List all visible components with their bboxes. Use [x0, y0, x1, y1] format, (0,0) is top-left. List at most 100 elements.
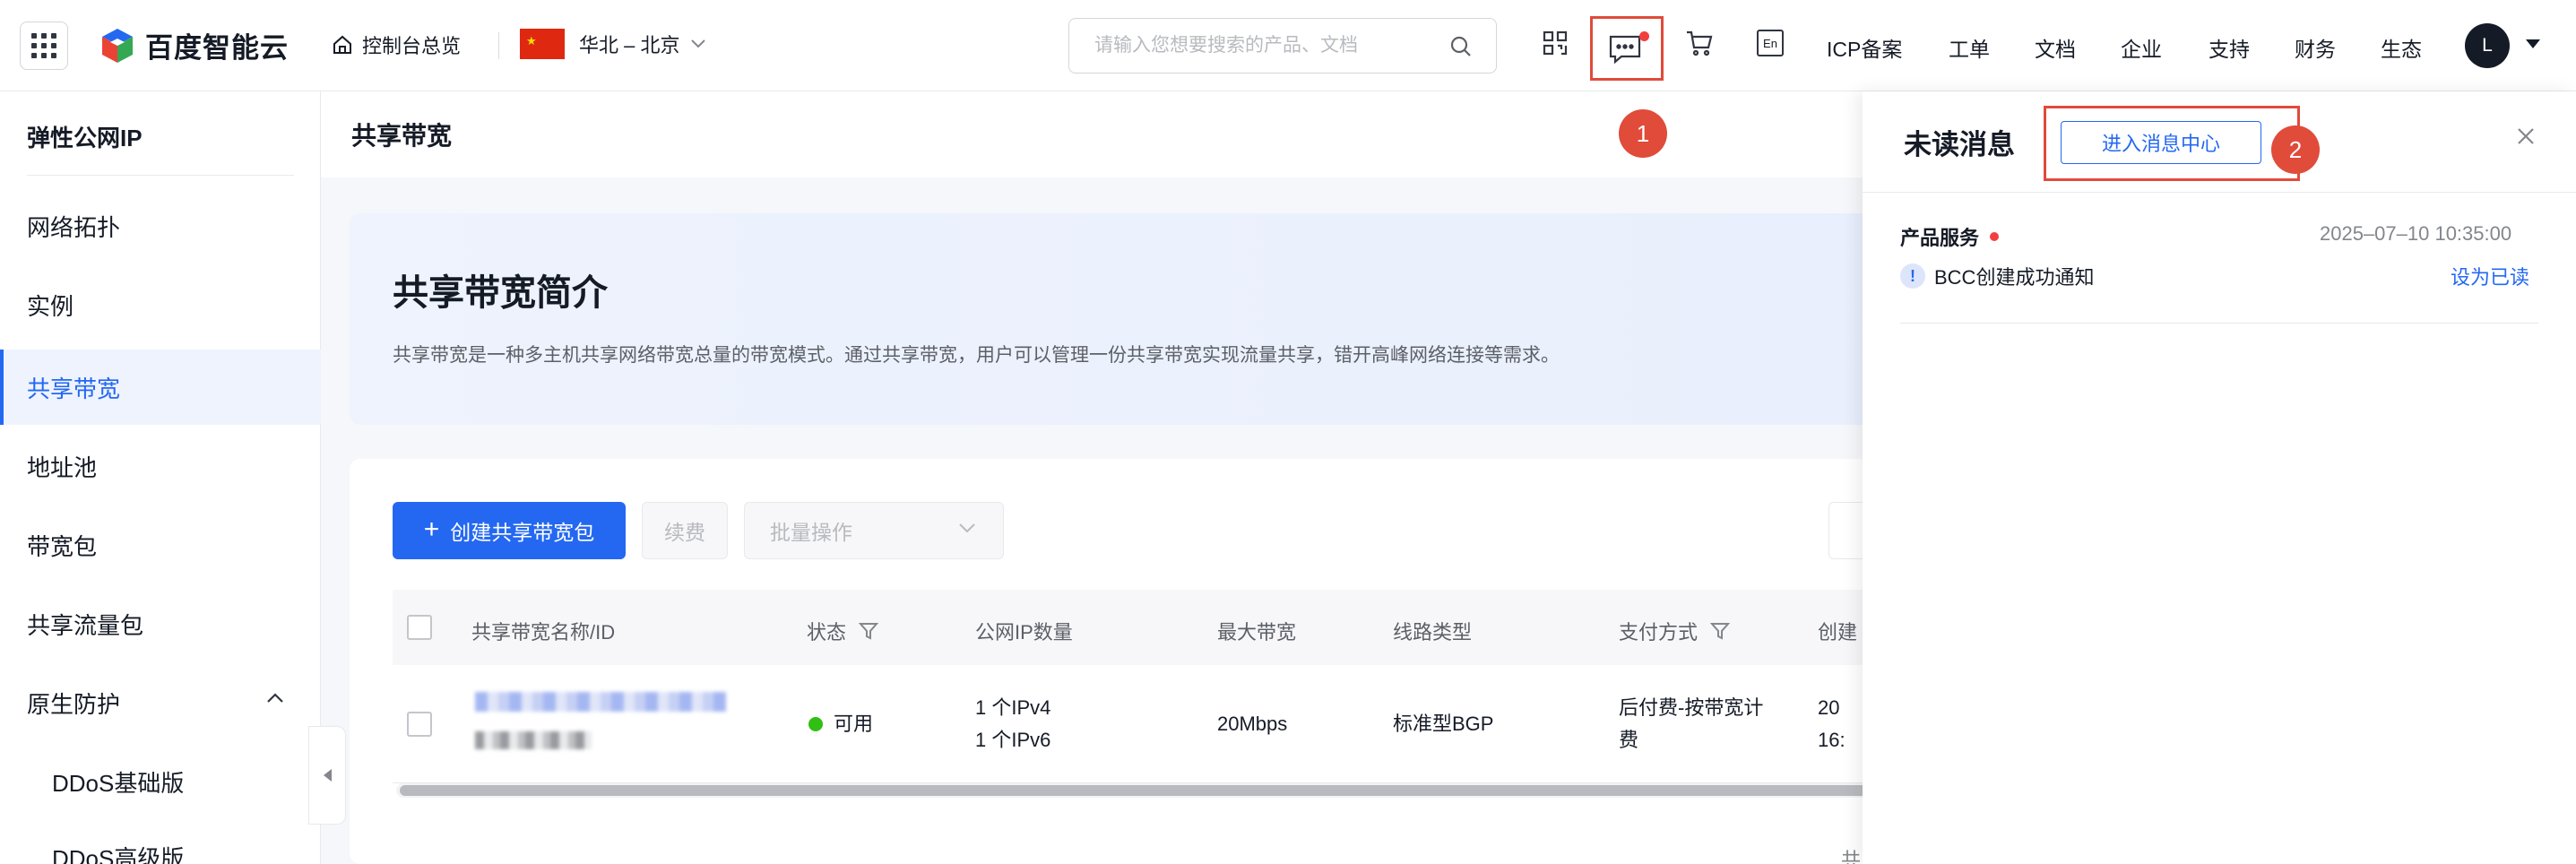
close-icon[interactable]	[2515, 125, 2537, 147]
sidebar-item-instances[interactable]: 实例	[0, 267, 321, 342]
chevron-up-icon	[267, 693, 283, 703]
sidebar-item-topology[interactable]: 网络拓扑	[0, 188, 321, 264]
renew-button[interactable]: 续费	[642, 502, 728, 559]
language-icon[interactable]: En	[1757, 30, 1784, 56]
column-header-label: 最大带宽	[1217, 621, 1297, 644]
sidebar-collapse-handle[interactable]	[308, 726, 346, 825]
message-category-label: 产品服务	[1900, 227, 1980, 249]
toolbar-right-control[interactable]	[1828, 502, 1864, 559]
message-title: BCC创建成功通知	[1934, 266, 2095, 289]
intro-title: 共享带宽简介	[393, 273, 608, 313]
status-dot	[808, 717, 823, 731]
horizontal-scrollbar[interactable]	[396, 783, 1920, 798]
annotation-badge-2: 2	[2271, 125, 2320, 174]
annotation-badge-1: 1	[1619, 109, 1667, 158]
sidebar-item-label: 网络拓扑	[27, 213, 121, 241]
cube-logo-icon	[102, 28, 133, 63]
message-item[interactable]: ! BCC创建成功通知	[1900, 262, 2094, 290]
search-input[interactable]	[1069, 19, 1428, 73]
sidebar-item-ddos-advanced[interactable]: DDoS高级版	[0, 819, 321, 864]
drawer-divider	[1863, 192, 2576, 193]
sidebar-item-shared-traffic[interactable]: 共享流量包	[0, 586, 321, 661]
created-value-line2: 16:	[1818, 729, 1846, 751]
brand-logo[interactable]: 百度智能云	[100, 25, 289, 65]
bandwidth-id	[475, 731, 592, 749]
filter-icon[interactable]	[1710, 621, 1731, 641]
column-header-created: 创建	[1818, 617, 1857, 645]
sidebar-title: 弹性公网IP	[27, 125, 143, 151]
nav-support[interactable]: 支持	[2209, 32, 2250, 63]
nav-ticket[interactable]: 工单	[1949, 32, 1990, 63]
column-header-label: 状态	[807, 621, 847, 644]
language-icon-text: En	[1763, 36, 1777, 50]
unread-messages-drawer: 未读消息 进入消息中心 产品服务 2025–07–10 10:35:00 ! B…	[1863, 91, 2576, 864]
bandwidth-name-link[interactable]	[475, 692, 726, 712]
sidebar-item-label: 实例	[27, 292, 74, 320]
column-header-label: 公网IP数量	[975, 621, 1073, 644]
unread-dot	[1639, 31, 1649, 41]
filter-icon[interactable]	[859, 621, 879, 641]
nav-finance[interactable]: 财务	[2295, 32, 2336, 63]
intro-description: 共享带宽是一种多主机共享网络带宽总量的带宽模式。通过共享带宽，用户可以管理一份共…	[393, 345, 1560, 366]
sidebar-item-ddos-basic[interactable]: DDoS基础版	[0, 744, 321, 819]
product-menu-button[interactable]	[20, 22, 68, 70]
plus-icon: +	[423, 514, 440, 544]
home-label: 控制台总览	[362, 35, 462, 57]
search-icon[interactable]	[1449, 35, 1473, 58]
avatar-letter: L	[2482, 35, 2493, 56]
pagination-total: 共	[1841, 849, 1862, 864]
scrollbar-thumb[interactable]	[400, 785, 1888, 796]
cart-icon[interactable]	[1685, 30, 1714, 56]
china-flag-icon: ★	[520, 29, 565, 59]
status-text: 可用	[834, 713, 874, 735]
unread-dot	[1990, 232, 2000, 241]
drawer-title: 未读消息	[1904, 129, 2015, 160]
column-header-name: 共享带宽名称/ID	[471, 617, 615, 645]
nav-ecosystem[interactable]: 生态	[2381, 32, 2422, 63]
sidebar-item-shared-bandwidth[interactable]: 共享带宽	[0, 350, 321, 425]
batch-operation-select[interactable]: 批量操作	[744, 502, 1004, 559]
column-header-ip-count: 公网IP数量	[975, 617, 1073, 645]
qrcode-icon[interactable]	[1542, 30, 1569, 56]
payment-value-line2: 费	[1619, 729, 1639, 751]
ipv6-count: 1 个IPv6	[975, 729, 1051, 751]
sidebar-item-label: 带宽包	[27, 532, 98, 560]
sidebar-divider	[27, 175, 294, 176]
sidebar-item-label: 共享带宽	[27, 375, 121, 402]
exclamation-icon: !	[1900, 264, 1925, 289]
sidebar-item-address-pool[interactable]: 地址池	[0, 428, 321, 504]
sidebar: 弹性公网IP 网络拓扑 实例 共享带宽 地址池 带宽包 共享流量包 原生防护 D…	[0, 91, 321, 864]
column-header-max-bandwidth: 最大带宽	[1217, 617, 1296, 645]
create-shared-bandwidth-button[interactable]: + 创建共享带宽包	[393, 502, 626, 559]
brand-name: 百度智能云	[145, 32, 289, 64]
nav-docs[interactable]: 文档	[2035, 32, 2076, 63]
region-label: 华北 – 北京	[579, 34, 680, 56]
select-all-checkbox[interactable]	[407, 615, 432, 640]
chevron-left-icon	[323, 769, 332, 782]
chevron-down-icon	[691, 39, 706, 48]
sidebar-item-native-protection[interactable]: 原生防护	[0, 665, 321, 740]
global-search	[1068, 18, 1497, 73]
line-type-value: 标准型BGP	[1393, 713, 1494, 735]
message-highlight-box	[1590, 16, 1664, 81]
nav-icp[interactable]: ICP备案	[1827, 32, 1902, 63]
message-icon[interactable]	[1607, 33, 1643, 65]
max-bandwidth-value: 20Mbps	[1217, 713, 1288, 735]
sidebar-item-bandwidth-package[interactable]: 带宽包	[0, 507, 321, 583]
header-divider	[498, 32, 499, 59]
column-header-payment: 支付方式	[1619, 617, 1731, 645]
created-value-line1: 20	[1818, 696, 1840, 719]
table-row: 可用 1 个IPv4 1 个IPv6 20Mbps 标准型BGP 后付费-按带宽…	[393, 665, 1916, 783]
sidebar-item-label: 地址池	[27, 454, 98, 481]
mark-as-read-link[interactable]: 设为已读	[2451, 262, 2529, 290]
sidebar-item-label: 共享流量包	[27, 611, 144, 639]
message-center-button[interactable]: 进入消息中心	[2061, 121, 2261, 164]
console-home-link[interactable]: 控制台总览	[332, 30, 461, 59]
message-center-highlight-box: 进入消息中心	[2044, 106, 2300, 181]
nav-enterprise[interactable]: 企业	[2121, 32, 2162, 63]
caret-down-icon[interactable]	[2526, 39, 2540, 48]
avatar[interactable]: L	[2465, 23, 2510, 68]
row-checkbox[interactable]	[407, 712, 432, 737]
region-selector[interactable]: ★ 华北 – 北京	[520, 29, 706, 59]
grid-icon	[31, 33, 56, 58]
